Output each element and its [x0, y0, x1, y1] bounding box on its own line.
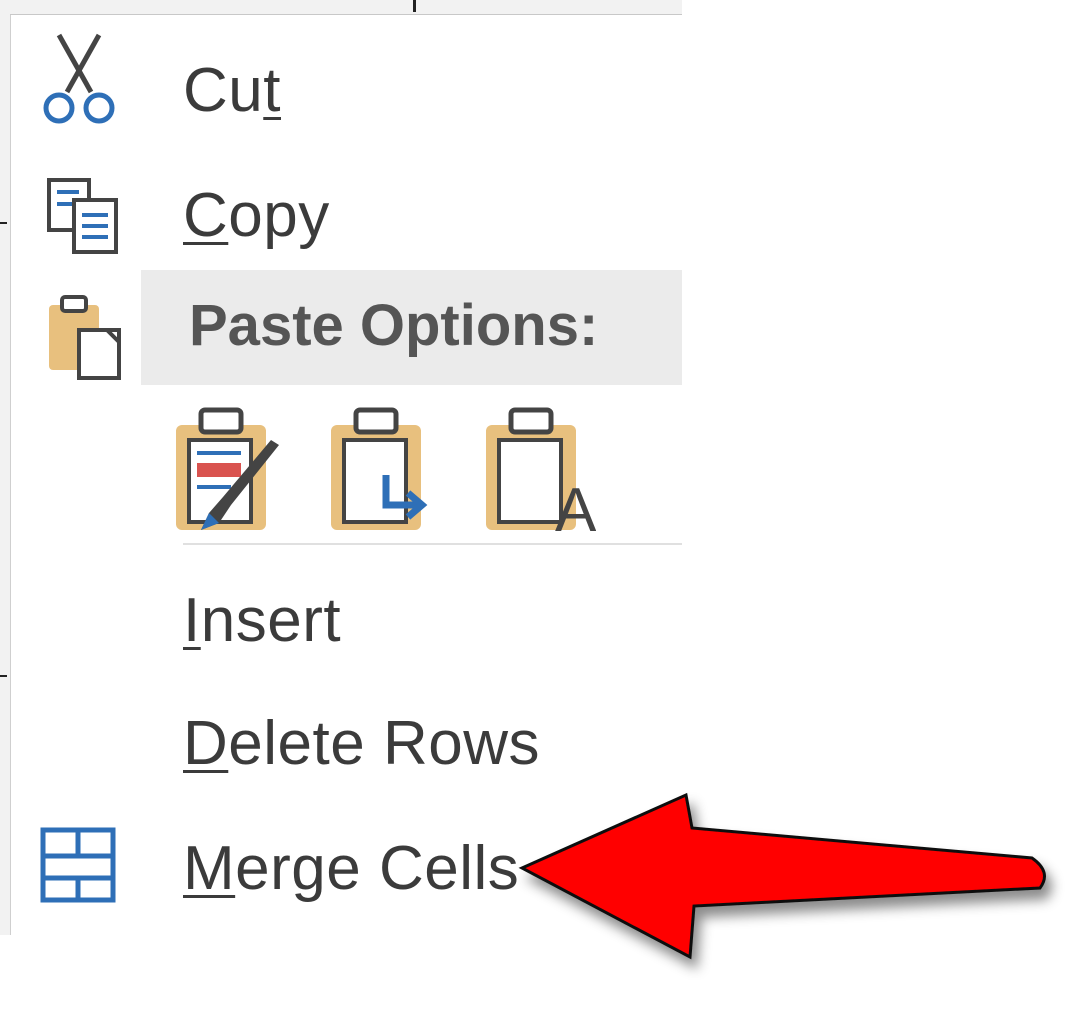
annotation-arrow — [518, 792, 1046, 960]
arrow-shape — [518, 792, 1046, 960]
